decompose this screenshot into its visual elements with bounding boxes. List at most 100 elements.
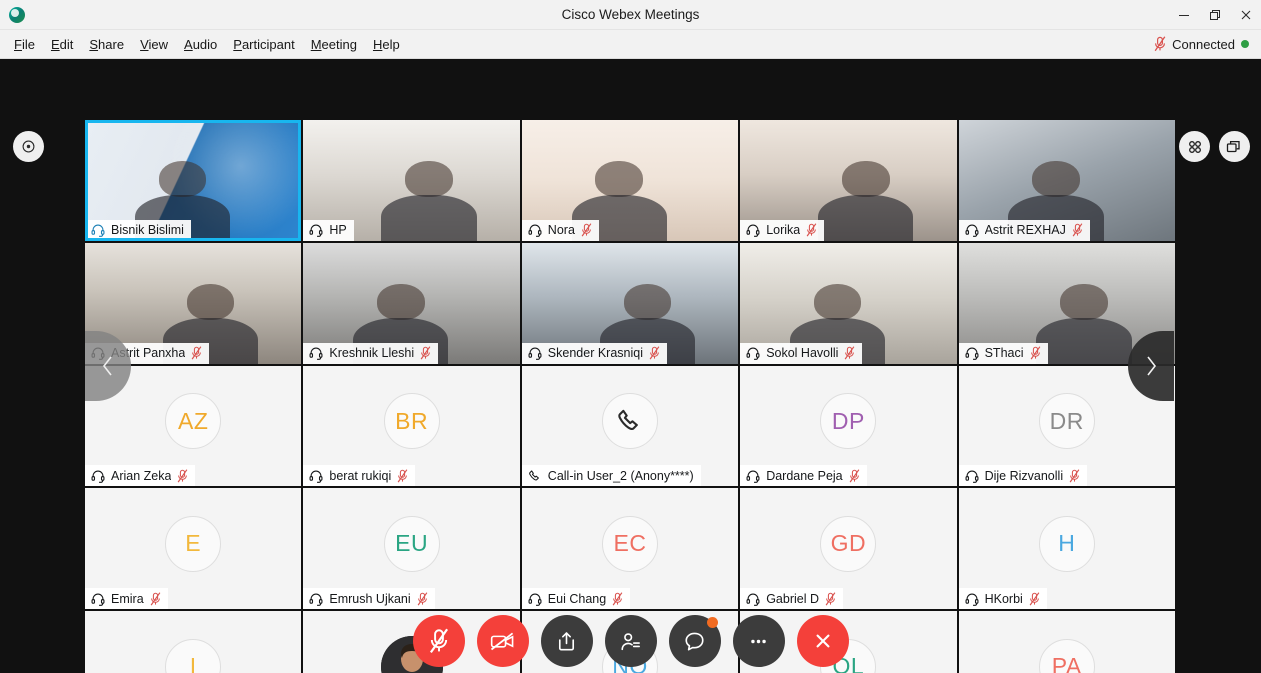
participant-tile[interactable]: E Emira xyxy=(85,488,302,610)
participant-tile[interactable]: EU Emrush Ujkani xyxy=(303,488,520,610)
participant-name: Lorika xyxy=(766,223,801,238)
chat-button[interactable] xyxy=(668,615,721,667)
menu-item-view[interactable]: View xyxy=(132,34,176,55)
mic-muted-icon xyxy=(1154,36,1166,52)
participant-tile[interactable]: GD Gabriel D xyxy=(740,488,957,610)
headset-icon xyxy=(746,592,760,606)
mic-muted-icon xyxy=(191,346,202,360)
participants-button[interactable] xyxy=(604,615,657,667)
menu-item-edit[interactable]: Edit xyxy=(43,34,81,55)
headset-icon xyxy=(309,469,323,483)
participant-name: HKorbi xyxy=(984,591,1023,606)
participant-tile[interactable]: PA Petrit Balija - Kosovo Banking A... xyxy=(958,611,1175,673)
participant-tile[interactable]: Call-in User_2 (Anony****) xyxy=(521,365,739,487)
avatar: EC xyxy=(601,515,658,572)
participant-tile[interactable]: Astrit REXHAJ xyxy=(958,120,1175,241)
participant-nameplate: Nora xyxy=(521,219,599,241)
headset-icon xyxy=(309,346,323,360)
headset-icon xyxy=(965,469,979,483)
mic-muted-icon xyxy=(649,346,660,360)
more-options-button[interactable] xyxy=(732,615,785,667)
webex-logo-icon xyxy=(2,0,32,30)
participant-name: Bisnik Bislimi xyxy=(111,223,184,238)
headset-icon xyxy=(528,346,542,360)
participant-nameplate: berat rukiqi xyxy=(303,465,416,487)
participant-tile[interactable]: H HKorbi xyxy=(958,488,1175,610)
participant-tile[interactable]: Kreshnik Lleshi xyxy=(303,242,520,364)
participant-tile[interactable]: BR berat rukiqi xyxy=(303,365,520,487)
participant-tile[interactable]: Skender Krasniqi xyxy=(521,242,739,364)
minimize-button[interactable] xyxy=(1168,0,1199,30)
connection-status-label: Connected xyxy=(1172,36,1235,52)
menu-item-audio[interactable]: Audio xyxy=(176,34,225,55)
participant-nameplate: Skender Krasniqi xyxy=(521,342,667,364)
mic-muted-icon xyxy=(581,223,592,237)
participant-tile[interactable]: Lorika xyxy=(740,120,957,241)
participant-nameplate: Bisnik Bislimi xyxy=(85,219,191,241)
headset-icon xyxy=(309,592,323,606)
participant-nameplate: Emira xyxy=(85,588,168,610)
participant-nameplate: Emrush Ujkani xyxy=(303,588,435,610)
participant-nameplate: Dije Rizvanolli xyxy=(958,465,1088,487)
participant-name: Gabriel D xyxy=(766,591,819,606)
participant-name: Call-in User_2 (Anony****) xyxy=(547,468,694,483)
menu-item-meeting[interactable]: Meeting xyxy=(303,34,365,55)
window-controls xyxy=(1168,0,1261,30)
mic-muted-icon xyxy=(150,592,161,606)
participant-nameplate: Dardane Peja xyxy=(740,465,867,487)
record-button[interactable] xyxy=(13,131,44,162)
avatar: BR xyxy=(383,393,440,450)
end-meeting-button[interactable] xyxy=(796,615,849,667)
participant-tile[interactable]: Bisnik Bislimi xyxy=(85,120,302,241)
mic-muted-icon xyxy=(177,469,188,483)
close-button[interactable] xyxy=(1230,0,1261,30)
menu-item-participant[interactable]: Participant xyxy=(225,34,302,55)
headset-icon xyxy=(91,469,105,483)
mic-muted-icon xyxy=(825,592,836,606)
connection-status-dot xyxy=(1241,40,1249,48)
mic-muted-icon xyxy=(1069,469,1080,483)
close-x-icon xyxy=(811,629,835,653)
restore-button[interactable] xyxy=(1199,0,1230,30)
chat-notification-badge xyxy=(706,617,718,628)
webex-meetings-window: Cisco Webex Meetings File Edit Share Vie… xyxy=(0,0,1261,673)
participant-name: Dardane Peja xyxy=(766,468,843,483)
participant-name: Sokol Havolli xyxy=(766,346,839,361)
participant-name: Astrit REXHAJ xyxy=(984,223,1066,238)
participant-tile[interactable]: DP Dardane Peja xyxy=(740,365,957,487)
avatar: GD xyxy=(820,515,877,572)
menu-item-share[interactable]: Share xyxy=(81,34,132,55)
participant-name: berat rukiqi xyxy=(329,468,392,483)
participant-nameplate: Kreshnik Lleshi xyxy=(303,342,439,364)
participant-tile[interactable]: Sokol Havolli xyxy=(740,242,957,364)
mic-muted-icon xyxy=(806,223,817,237)
participant-name: SThaci xyxy=(984,346,1024,361)
mic-muted-icon xyxy=(429,628,449,654)
share-button[interactable] xyxy=(540,615,593,667)
headset-icon xyxy=(746,469,760,483)
participant-nameplate: Sokol Havolli xyxy=(740,342,863,364)
avatar: E xyxy=(165,515,222,572)
chat-icon xyxy=(683,630,706,653)
mic-muted-icon xyxy=(1029,592,1040,606)
headset-icon xyxy=(91,592,105,606)
menu-audio-rest: udio xyxy=(192,36,218,52)
participant-tile[interactable]: I Isida xyxy=(85,611,302,673)
avatar: H xyxy=(1038,515,1095,572)
layout-stack-button[interactable] xyxy=(1219,131,1250,162)
participant-nameplate: Eui Chang xyxy=(521,588,631,610)
participant-name: Dije Rizvanolli xyxy=(984,468,1064,483)
mic-muted-icon xyxy=(1030,346,1041,360)
participant-tile[interactable]: EC Eui Chang xyxy=(521,488,739,610)
participant-nameplate: Astrit REXHAJ xyxy=(958,219,1090,241)
menu-item-file[interactable]: File xyxy=(6,34,43,55)
title-bar: Cisco Webex Meetings xyxy=(0,0,1261,30)
stop-video-button[interactable] xyxy=(476,615,529,667)
mute-button[interactable] xyxy=(412,615,465,667)
layout-grid-button[interactable] xyxy=(1179,131,1210,162)
participant-tile[interactable]: HP xyxy=(303,120,520,241)
menu-item-help[interactable]: Help xyxy=(365,34,408,55)
participant-tile[interactable]: Nora xyxy=(521,120,739,241)
mic-muted-icon xyxy=(612,592,623,606)
mic-muted-icon xyxy=(420,346,431,360)
